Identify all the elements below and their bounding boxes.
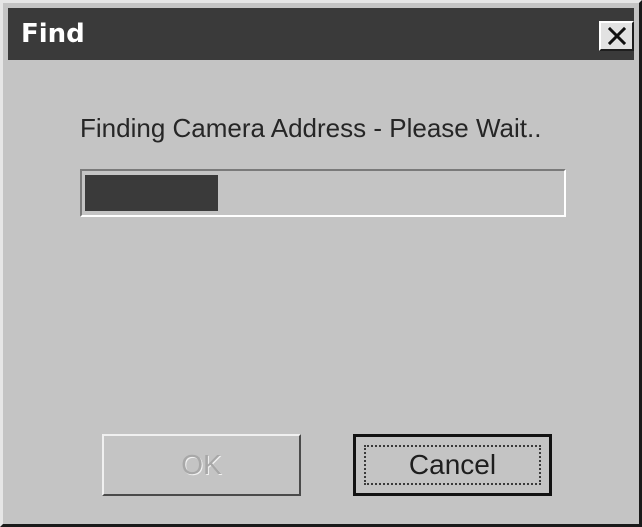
cancel-button-label: Cancel: [408, 449, 497, 480]
focus-rectangle: Cancel: [364, 445, 541, 485]
progress-bar-fill: [85, 175, 218, 211]
ok-button-label: OK: [181, 449, 222, 480]
close-button[interactable]: [599, 21, 634, 51]
ok-button[interactable]: OK: [102, 434, 301, 496]
close-icon: [608, 27, 626, 45]
dialog-title: Find: [21, 19, 85, 49]
find-dialog: Find Finding Camera Address - Please Wai…: [0, 0, 642, 527]
status-message: Finding Camera Address - Please Wait..: [80, 113, 542, 143]
cancel-button[interactable]: Cancel: [353, 434, 552, 496]
progress-bar: [80, 169, 566, 217]
title-bar[interactable]: Find: [8, 8, 634, 60]
